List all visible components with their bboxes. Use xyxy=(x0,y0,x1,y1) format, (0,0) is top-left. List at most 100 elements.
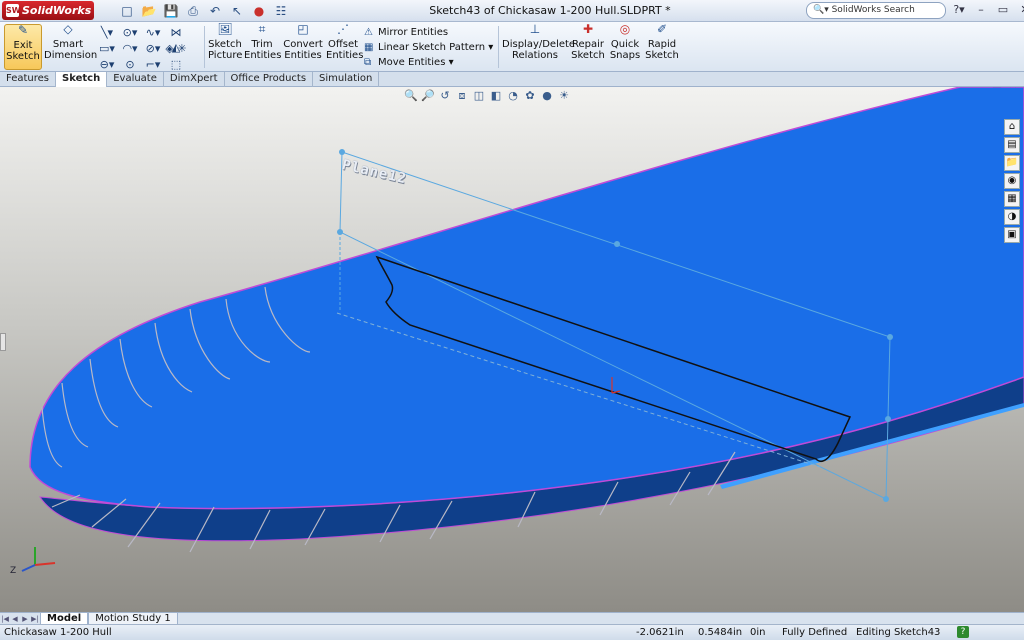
design-library-icon[interactable]: ▤ xyxy=(1004,137,1020,153)
spline-icon[interactable]: ∿▾ xyxy=(142,25,164,40)
file-explorer-icon[interactable]: 📁 xyxy=(1004,155,1020,171)
quick-snaps-button[interactable]: ◎ Quick Snaps xyxy=(608,22,642,70)
title-bar: SW SolidWorks □ 📂 💾 ⎙ ↶ ↖ ● ☷ Sketch43 o… xyxy=(0,0,1024,22)
sketch-picture-button[interactable]: 🖼 Sketch Picture xyxy=(208,23,243,70)
sketch-picture-label: Sketch Picture xyxy=(208,39,243,61)
feature-manager-handle[interactable] xyxy=(0,333,6,351)
zoom-to-fit-icon[interactable]: 🔍 xyxy=(404,89,418,103)
help-icon[interactable]: ? xyxy=(957,626,969,638)
viewport-minimize-icon[interactable]: – xyxy=(974,87,988,92)
status-document-name: Chickasaw 1-200 Hull xyxy=(4,627,112,638)
text-icon[interactable]: ◈ ✳ xyxy=(165,41,187,56)
rapid-sketch-button[interactable]: ✐ Rapid Sketch xyxy=(644,22,680,70)
slot-icon[interactable]: ⊖▾ xyxy=(96,57,118,72)
solidworks-menu-button[interactable]: SW SolidWorks xyxy=(2,1,94,20)
status-z-coordinate: 0in xyxy=(750,627,766,638)
smart-dimension-button[interactable]: ◇ Smart Dimension xyxy=(44,22,97,70)
line-icon[interactable]: ╲▾ xyxy=(96,25,118,40)
window-title: Sketch43 of Chickasaw 1-200 Hull.SLDPRT … xyxy=(429,4,671,17)
offset-entities-icon: ⋰ xyxy=(337,22,349,36)
linear-sketch-pattern-item[interactable]: ▦ Linear Sketch Pattern ▾ xyxy=(364,40,496,55)
exit-sketch-button[interactable]: ✎ Exit Sketch xyxy=(4,24,42,70)
offset-entities-label: Offset Entities xyxy=(326,39,364,61)
view-palette-icon[interactable]: ◉ xyxy=(1004,173,1020,189)
rebuild-icon[interactable]: ● xyxy=(250,3,268,19)
restore-icon[interactable]: ▭ xyxy=(994,2,1012,18)
tab-evaluate[interactable]: Evaluate xyxy=(107,72,164,87)
tab-simulation[interactable]: Simulation xyxy=(313,72,380,87)
home-icon[interactable]: ⌂ xyxy=(1004,119,1020,135)
tab-dimxpert[interactable]: DimXpert xyxy=(164,72,225,87)
section-view-icon[interactable]: ⧈ xyxy=(455,89,469,103)
display-style-icon[interactable]: ◧ xyxy=(489,89,503,103)
trim-entities-button[interactable]: ⌗ Trim Entities xyxy=(244,23,281,70)
centerline-icon[interactable]: ⌐▾ xyxy=(142,57,164,72)
minimize-icon[interactable]: – xyxy=(972,2,990,18)
repair-sketch-label: Repair Sketch xyxy=(571,39,605,61)
graphics-area[interactable]: Z Plane12 🔍 🔎 ↺ ⧈ ◫ ◧ ◔ ✿ ● ☀ – ▭ ✕ ⌂ ▤ … xyxy=(0,87,1024,612)
convert-entities-button[interactable]: ◰ Convert Entities xyxy=(282,23,324,70)
appearances-icon[interactable]: ▦ xyxy=(1004,191,1020,207)
hull-model[interactable]: Z xyxy=(0,87,1024,612)
close-icon[interactable]: ✕ xyxy=(1016,2,1024,18)
convert-entities-label: Convert Entities xyxy=(283,39,323,61)
arc-icon[interactable]: ◠▾ xyxy=(119,41,141,56)
tab-office-products[interactable]: Office Products xyxy=(225,72,314,87)
status-y-coordinate: 0.5484in xyxy=(698,627,743,638)
exit-sketch-label: Exit Sketch xyxy=(6,40,40,62)
print-icon[interactable]: ⎙ xyxy=(184,3,202,19)
linear-sketch-pattern-label: Linear Sketch Pattern xyxy=(378,42,486,53)
sketch-entity-tools: ╲▾ ⊙▾ ∿▾ ⋈ ◭ ▭▾ ◠▾ ⊘▾ ◈ ✳ ⊖▾ ⊙ ⌐▾ ⬚ ▣ xyxy=(96,25,187,86)
tab-sketch[interactable]: Sketch xyxy=(56,72,108,87)
select-icon[interactable]: ↖ xyxy=(228,3,246,19)
mirror-entities-item[interactable]: ⚠ Mirror Entities xyxy=(364,25,496,40)
custom-properties-icon[interactable]: ◑ xyxy=(1004,209,1020,225)
new-icon[interactable]: □ xyxy=(118,3,136,19)
viewport-restore-icon[interactable]: ▭ xyxy=(990,87,1004,92)
rapid-sketch-icon: ✐ xyxy=(656,22,668,36)
last-tab-icon[interactable]: ▶| xyxy=(30,614,40,624)
next-tab-icon[interactable]: ▶ xyxy=(20,614,30,624)
sketch-fillet-icon[interactable]: ⋈ ◭ xyxy=(165,25,187,54)
rapid-sketch-label: Rapid Sketch xyxy=(645,39,679,61)
options-icon[interactable]: ☷ xyxy=(272,3,290,19)
tab-model[interactable]: Model xyxy=(40,612,89,625)
repair-sketch-icon: ✚ xyxy=(582,22,594,36)
command-manager-tabs: Features Sketch Evaluate DimXpert Office… xyxy=(0,72,1024,87)
polygon-icon[interactable]: ⊙ xyxy=(119,57,141,72)
zoom-area-icon[interactable]: 🔎 xyxy=(421,89,435,103)
display-delete-relations-button[interactable]: ⊥ Display/Delete Relations xyxy=(502,22,575,70)
search-placeholder: SolidWorks Search xyxy=(831,5,915,15)
repair-sketch-button[interactable]: ✚ Repair Sketch xyxy=(570,22,606,70)
rectangle-icon[interactable]: ▭▾ xyxy=(96,41,118,56)
solidworks-logo: SW xyxy=(6,4,21,17)
search-input[interactable]: 🔍▾ SolidWorks Search xyxy=(806,2,946,19)
plane-icon[interactable]: ⬚ ▣ xyxy=(165,57,187,86)
quick-snaps-icon: ◎ xyxy=(619,22,631,36)
offset-entities-button[interactable]: ⋰ Offset Entities xyxy=(326,22,364,70)
status-x-coordinate: -2.0621in xyxy=(636,627,684,638)
tab-features[interactable]: Features xyxy=(0,72,56,87)
open-icon[interactable]: 📂 xyxy=(140,3,158,19)
save-icon[interactable]: 💾 xyxy=(162,3,180,19)
view-settings-icon[interactable]: ☀ xyxy=(557,89,571,103)
edit-appearance-icon[interactable]: ✿ xyxy=(523,89,537,103)
help-menu-icon[interactable]: ?▾ xyxy=(950,2,968,18)
exit-sketch-icon: ✎ xyxy=(17,23,29,37)
prev-tab-icon[interactable]: ◀ xyxy=(10,614,20,624)
undo-icon[interactable]: ↶ xyxy=(206,3,224,19)
apply-scene-icon[interactable]: ● xyxy=(540,89,554,103)
hide-show-items-icon[interactable]: ◔ xyxy=(506,89,520,103)
circle-icon[interactable]: ⊙▾ xyxy=(119,25,141,40)
viewport-close-icon[interactable]: ✕ xyxy=(1006,87,1020,92)
smart-dimension-icon: ◇ xyxy=(63,22,73,36)
tab-motion-study-1[interactable]: Motion Study 1 xyxy=(88,612,178,625)
mirror-icon: ⚠ xyxy=(364,27,373,38)
relations-icon: ⊥ xyxy=(529,22,541,36)
move-entities-item[interactable]: ⧉ Move Entities ▾ xyxy=(364,55,496,70)
view-orientation-icon[interactable]: ◫ xyxy=(472,89,486,103)
first-tab-icon[interactable]: |◀ xyxy=(0,614,10,624)
previous-view-icon[interactable]: ↺ xyxy=(438,89,452,103)
recovery-icon[interactable]: ▣ xyxy=(1004,227,1020,243)
ellipse-icon[interactable]: ⊘▾ xyxy=(142,41,164,56)
